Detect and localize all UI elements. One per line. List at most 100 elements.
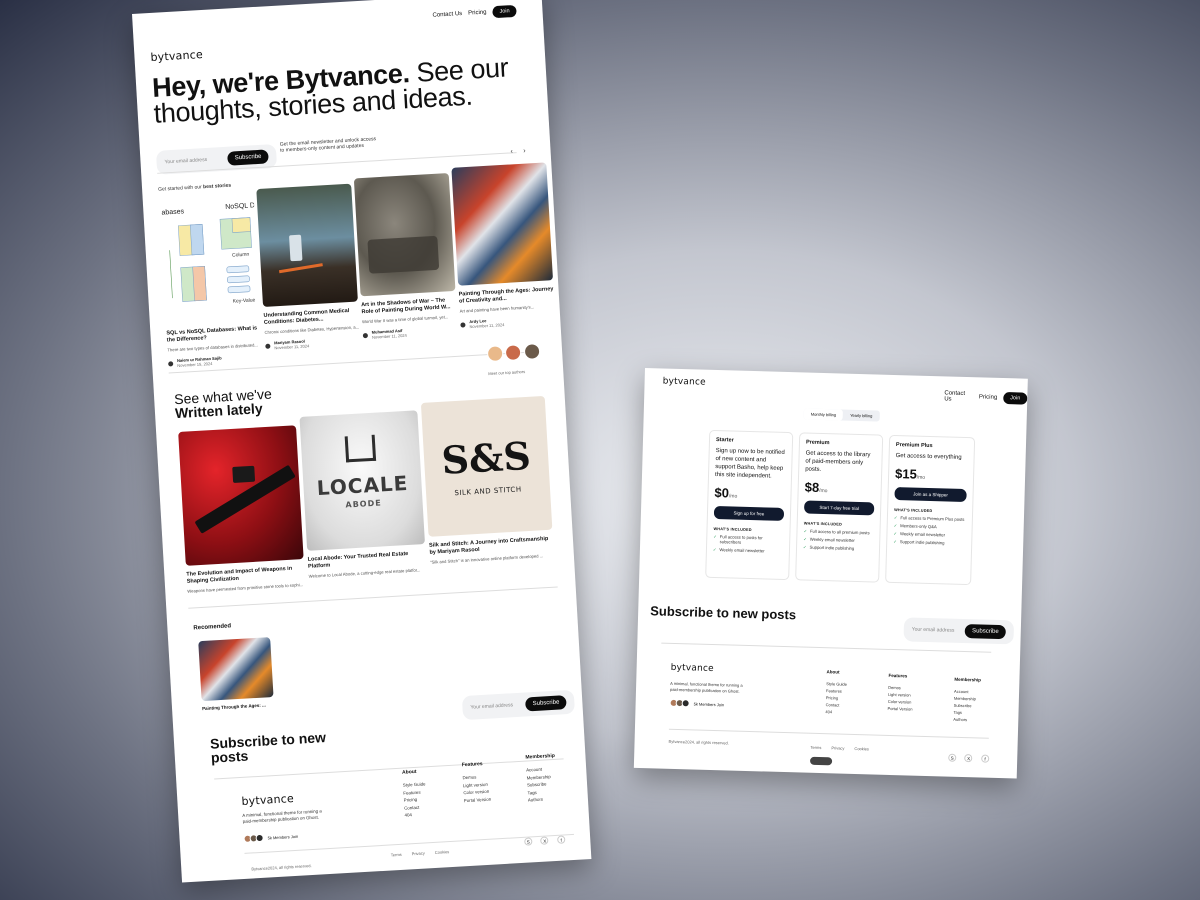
footer-link[interactable]: Style Guide xyxy=(403,780,426,789)
check-icon: ✓ xyxy=(713,533,717,540)
footer-blurb: A minimal, functional theme for running … xyxy=(669,680,743,694)
footer-logo[interactable]: bytvance xyxy=(670,663,713,674)
facebook-icon[interactable]: f xyxy=(556,835,566,844)
plan-cta-button[interactable]: Sign up for free xyxy=(713,505,785,521)
footer-logo[interactable]: bytvance xyxy=(241,792,294,808)
next-arrow-icon[interactable]: › xyxy=(523,148,526,155)
diagram-label-b: NoSQL D xyxy=(225,202,255,211)
plan-feature: ✓ Full access to posts for subscribers xyxy=(713,534,783,546)
legal-link-privacy[interactable]: Privacy xyxy=(831,745,844,750)
footer-link[interactable]: Authors xyxy=(528,795,558,804)
top-authors[interactable]: Meet our top authors xyxy=(486,343,541,376)
recommended-card[interactable]: Painting Through the Ages: ... xyxy=(198,637,274,712)
story-card[interactable]: Art in the Shadows of War – The Role of … xyxy=(353,173,458,340)
post-card[interactable]: LOCALE ABODE Local Abode: Your Trusted R… xyxy=(299,410,426,579)
post-card[interactable]: S&S SILK AND STITCH Silk and Stitch: A J… xyxy=(420,395,554,565)
subscribe-button[interactable]: Subscribe xyxy=(525,695,567,712)
monthly-billing-tab[interactable]: Monthly billing xyxy=(803,408,844,421)
story-author: Naiem ur Rahman Sajib November 15, 2024 xyxy=(168,353,263,368)
author-avatar xyxy=(168,360,174,366)
check-icon: ✓ xyxy=(802,544,807,550)
skype-icon[interactable]: S xyxy=(948,753,957,762)
plan-price-value: $15 xyxy=(894,466,918,482)
post-image-locale: LOCALE ABODE xyxy=(299,410,425,551)
facebook-icon[interactable]: f xyxy=(981,754,990,763)
brand-logo[interactable]: bytvance xyxy=(150,48,203,64)
nav-contact[interactable]: Contact Us xyxy=(432,11,462,19)
story-title[interactable]: Painting Through the Ages: Journey of Cr… xyxy=(459,286,555,305)
nav-pricing[interactable]: Pricing xyxy=(468,10,487,17)
best-stories-label: Get started with our best stories xyxy=(158,183,231,193)
sns-logo-text: S&S xyxy=(440,432,532,483)
feature-text: Full access to posts for subscribers xyxy=(719,534,763,545)
footer-link[interactable]: 404 xyxy=(825,708,846,716)
join-button[interactable]: Join xyxy=(1003,392,1028,405)
legal-link-cookies[interactable]: Cookies xyxy=(854,746,869,751)
theme-switch[interactable] xyxy=(809,756,833,766)
divider xyxy=(661,642,992,653)
plan-cta-button[interactable]: Start 7-day free trial xyxy=(803,500,875,516)
plan-cta-button[interactable]: Join as a Shipper xyxy=(894,487,967,503)
scope-shape xyxy=(232,465,256,483)
diagram-label-a: abases xyxy=(161,208,184,216)
join-button[interactable]: Join xyxy=(492,4,517,19)
feature-text: Support indie publishing xyxy=(809,544,855,551)
footer-col-head: About xyxy=(401,768,417,776)
legal-link-terms[interactable]: Terms xyxy=(810,745,821,750)
footer-members: 5k Members Join xyxy=(669,698,725,709)
nav-contact[interactable]: Contact Us xyxy=(944,390,973,403)
legal-link-cookies[interactable]: Cookies xyxy=(435,849,450,855)
feature-text: Members-only Q&A xyxy=(900,523,937,530)
story-title[interactable]: Art in the Shadows of War – The Role of … xyxy=(361,297,457,316)
check-icon: ✓ xyxy=(893,523,898,529)
authors-link[interactable]: Meet our top authors xyxy=(488,368,539,376)
post-card[interactable]: The Evolution and Impact of Weapons in S… xyxy=(178,425,305,594)
footer-link[interactable]: 404 xyxy=(404,810,427,819)
footer-col-head: Membership xyxy=(954,676,982,683)
footer-link[interactable]: Authors xyxy=(953,716,980,724)
post-image-silk-stitch: S&S SILK AND STITCH xyxy=(420,395,553,537)
pricing-screenshot: bytvance Contact Us Pricing Join Monthly… xyxy=(633,368,1028,779)
story-card[interactable]: abases NoSQL D Column Key-Value SQL vs N… xyxy=(158,197,263,368)
members-count: 5k Members Join xyxy=(693,700,725,707)
skype-icon[interactable]: S xyxy=(524,837,533,846)
footer-col-membership: Membership Account Membership Subscribe … xyxy=(525,753,557,804)
sns-logo-sub: SILK AND STITCH xyxy=(454,485,522,498)
x-icon[interactable]: X xyxy=(964,754,973,763)
subscribe-button[interactable]: Subscribe xyxy=(964,624,1006,640)
subscribe-placeholder: Your email address xyxy=(911,626,955,634)
hero-subscribe-button[interactable]: Subscribe xyxy=(227,149,269,166)
prev-arrow-icon[interactable]: ‹ xyxy=(510,148,513,155)
story-image-medical xyxy=(256,183,358,307)
nav-pricing[interactable]: Pricing xyxy=(979,394,998,401)
member-avatar xyxy=(255,833,264,843)
x-icon[interactable]: X xyxy=(540,836,549,845)
feature-text: Weekly email newsletter xyxy=(719,547,765,554)
footer-link[interactable]: Portal Version xyxy=(887,705,913,713)
footer-link[interactable]: Portal Version xyxy=(464,795,492,804)
subscribe-email-input[interactable]: Your email address Subscribe xyxy=(461,689,576,721)
subscribe-form: Your email address Subscribe xyxy=(461,689,576,721)
legal-link-terms[interactable]: Terms xyxy=(391,852,402,858)
written-heading: See what we've Written lately xyxy=(174,386,273,422)
plan-price-value: $8 xyxy=(804,479,820,495)
post-image-weapon xyxy=(178,425,304,566)
plan-desc: Get access to everything xyxy=(895,453,962,461)
plan-feature: ✓ Support indie publishing xyxy=(803,544,873,551)
feature-text: Weekly email newsletter xyxy=(809,536,855,543)
subscribe-email-input[interactable]: Your email address Subscribe xyxy=(903,617,1015,645)
story-title[interactable]: Understanding Common Medical Conditions:… xyxy=(263,307,359,326)
footer-col-membership: Membership Account Membership Subscribe … xyxy=(953,677,981,724)
legal-link-privacy[interactable]: Privacy xyxy=(412,851,425,857)
yearly-billing-tab[interactable]: Yearly billing xyxy=(843,410,880,422)
recommended-title[interactable]: Painting Through the Ages: ... xyxy=(202,701,274,712)
story-date: November 11, 2024 xyxy=(274,343,310,351)
divider xyxy=(668,728,989,739)
story-card[interactable]: Understanding Common Medical Conditions:… xyxy=(256,183,360,351)
story-title[interactable]: SQL vs NoSQL Databases: What is the Diff… xyxy=(166,325,262,344)
story-card[interactable]: Painting Through the Ages: Journey of Cr… xyxy=(451,162,555,329)
legal-links: Terms Privacy Cookies xyxy=(391,849,450,857)
plan-name: Premium Plus xyxy=(895,442,933,450)
social-links: S X f xyxy=(944,747,990,766)
brand-logo[interactable]: bytvance xyxy=(662,376,705,387)
